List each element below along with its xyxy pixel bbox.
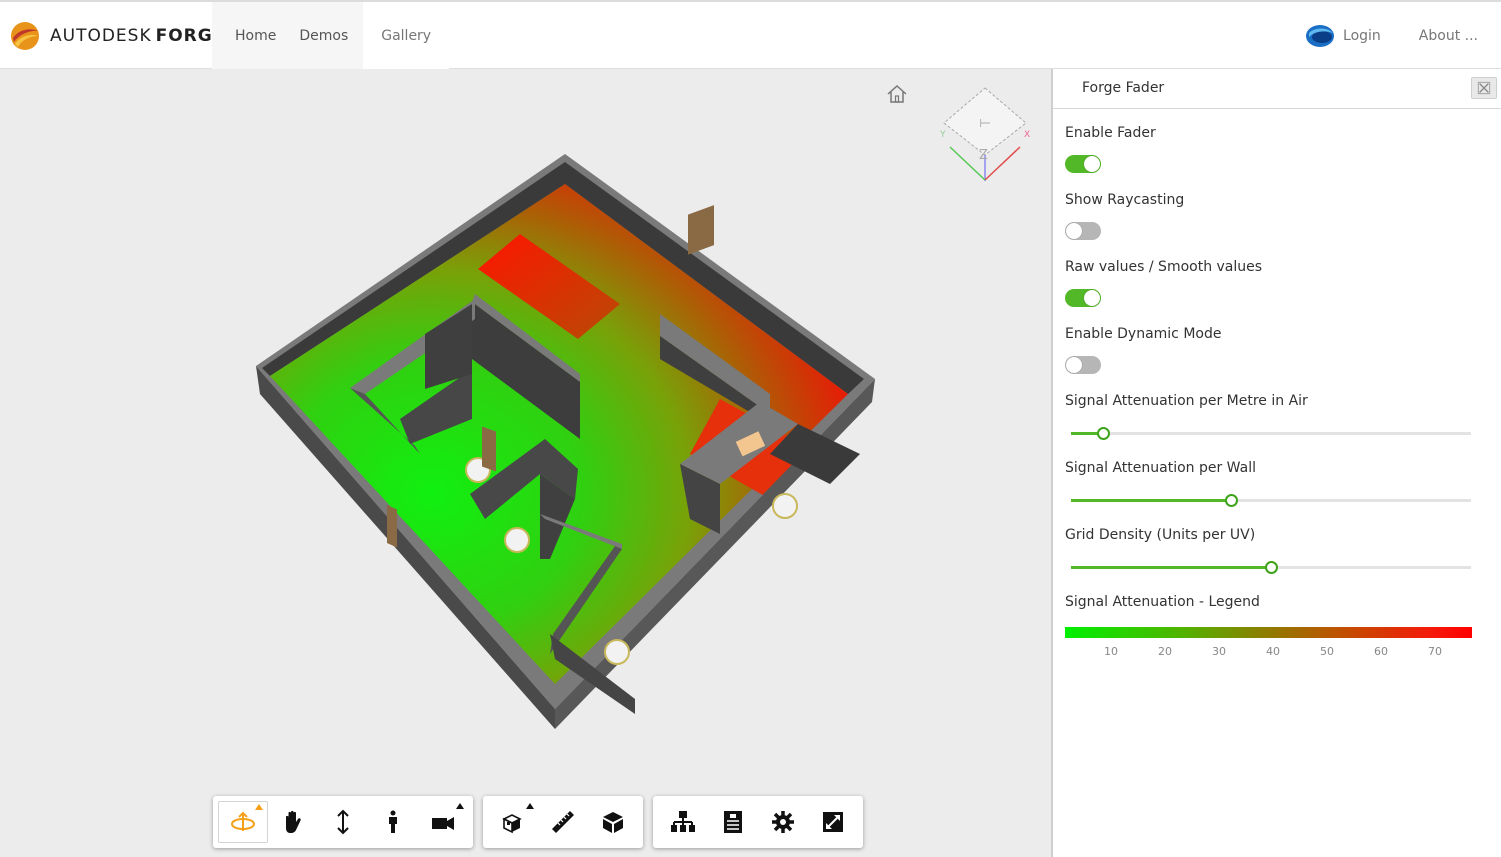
navigation-tools-group — [213, 796, 473, 848]
camera-menu-indicator — [456, 803, 464, 809]
grid-density-label: Grid Density (Units per UV) — [1065, 527, 1256, 543]
explode-button[interactable] — [488, 801, 538, 843]
login-label: Login — [1343, 27, 1381, 44]
home-icon[interactable] — [885, 83, 909, 105]
nav-home[interactable]: Home — [212, 2, 300, 69]
section-button[interactable] — [588, 801, 638, 843]
brand-text: AUTODESK FORGE — [50, 26, 225, 46]
slider-fill — [1071, 499, 1231, 502]
raw-smooth-label: Raw values / Smooth values — [1065, 259, 1263, 275]
measure-ruler-icon — [552, 811, 574, 833]
brand-main: AUTODESK — [50, 26, 152, 46]
legend-tick: 70 — [1428, 645, 1442, 658]
main-nav: Home Demos Gallery — [212, 2, 450, 69]
first-person-button[interactable] — [368, 801, 418, 843]
raw-smooth-toggle[interactable] — [1065, 289, 1101, 307]
properties-icon — [724, 811, 742, 833]
about-link[interactable]: About ... — [1419, 28, 1478, 44]
forge-fader-panel: Forge Fader Enable Fader Show Raycasting… — [1051, 69, 1501, 857]
autodesk-logo-icon — [11, 22, 39, 50]
signal-attenuation-legend-bar — [1065, 627, 1472, 638]
fullscreen-icon — [823, 812, 843, 832]
settings-gear-icon — [772, 811, 794, 833]
dynamic-mode-label: Enable Dynamic Mode — [1065, 326, 1222, 342]
pan-hand-icon — [286, 810, 301, 833]
close-icon — [1477, 81, 1491, 95]
nav-demos[interactable]: Demos — [299, 2, 364, 69]
properties-button[interactable] — [708, 801, 758, 843]
zoom-button[interactable] — [318, 801, 368, 843]
slider-track — [1071, 432, 1471, 435]
viewcube-icon[interactable]: Z X Y T — [938, 85, 1030, 185]
camera-icon — [432, 817, 454, 830]
grid-density-slider[interactable] — [1071, 561, 1471, 574]
toggle-knob — [1066, 223, 1082, 239]
settings-tools-group — [653, 796, 863, 848]
model-browser-button[interactable] — [658, 801, 708, 843]
forge-viewer-canvas[interactable]: Z X Y T — [0, 69, 1051, 857]
legend-tick: 40 — [1266, 645, 1280, 658]
legend-tick: 10 — [1104, 645, 1118, 658]
pan-button[interactable] — [268, 801, 318, 843]
enable-fader-toggle[interactable] — [1065, 155, 1101, 173]
explode-icon — [502, 814, 522, 834]
header-right: Login About ... — [1305, 2, 1501, 69]
dynamic-mode-toggle[interactable] — [1065, 356, 1101, 374]
autodesk-account-icon — [1306, 24, 1335, 47]
first-person-icon — [389, 810, 397, 833]
model-browser-icon — [671, 811, 695, 832]
svg-text:X: X — [1024, 130, 1030, 140]
legend-tick: 60 — [1374, 645, 1388, 658]
air-attenuation-label: Signal Attenuation per Metre in Air — [1065, 393, 1308, 409]
orbit-button[interactable] — [218, 801, 268, 843]
brand[interactable]: AUTODESK FORGE — [10, 20, 225, 52]
measure-button[interactable] — [538, 801, 588, 843]
slider-fill — [1071, 566, 1271, 569]
slider-thumb[interactable] — [1097, 427, 1110, 440]
explode-menu-indicator — [526, 803, 534, 809]
legend-tick: 20 — [1158, 645, 1172, 658]
svg-text:Z: Z — [979, 148, 988, 163]
toggle-knob — [1084, 290, 1100, 306]
show-raycasting-label: Show Raycasting — [1065, 192, 1185, 208]
legend-tick: 30 — [1212, 645, 1226, 658]
toggle-knob — [1084, 156, 1100, 172]
panel-title: Forge Fader — [1082, 80, 1165, 96]
toggle-knob — [1066, 357, 1082, 373]
modeling-tools-group — [483, 796, 643, 848]
wall-attenuation-label: Signal Attenuation per Wall — [1065, 460, 1256, 476]
zoom-icon — [337, 809, 349, 835]
login-link[interactable]: Login — [1305, 23, 1381, 49]
show-raycasting-toggle[interactable] — [1065, 222, 1101, 240]
svg-text:T: T — [979, 119, 994, 128]
section-cube-icon — [603, 812, 623, 833]
legend-label: Signal Attenuation - Legend — [1065, 594, 1260, 610]
viewer-toolbar — [213, 796, 873, 848]
fullscreen-button[interactable] — [808, 801, 858, 843]
orbit-menu-indicator — [255, 804, 263, 810]
camera-button[interactable] — [418, 801, 468, 843]
nav-gallery[interactable]: Gallery — [363, 2, 450, 69]
panel-close-button[interactable] — [1471, 77, 1497, 99]
panel-header: Forge Fader — [1053, 69, 1501, 109]
wall-attenuation-slider[interactable] — [1071, 494, 1471, 507]
settings-button[interactable] — [758, 801, 808, 843]
slider-thumb[interactable] — [1225, 494, 1238, 507]
app-header: AUTODESK FORGE Home Demos Gallery Login A… — [0, 0, 1501, 69]
enable-fader-label: Enable Fader — [1065, 125, 1156, 141]
air-attenuation-slider[interactable] — [1071, 427, 1471, 440]
orbit-icon — [231, 811, 255, 831]
svg-text:Y: Y — [939, 130, 946, 140]
legend-tick: 50 — [1320, 645, 1334, 658]
slider-thumb[interactable] — [1265, 561, 1278, 574]
building-model-heatmap[interactable] — [250, 154, 880, 729]
